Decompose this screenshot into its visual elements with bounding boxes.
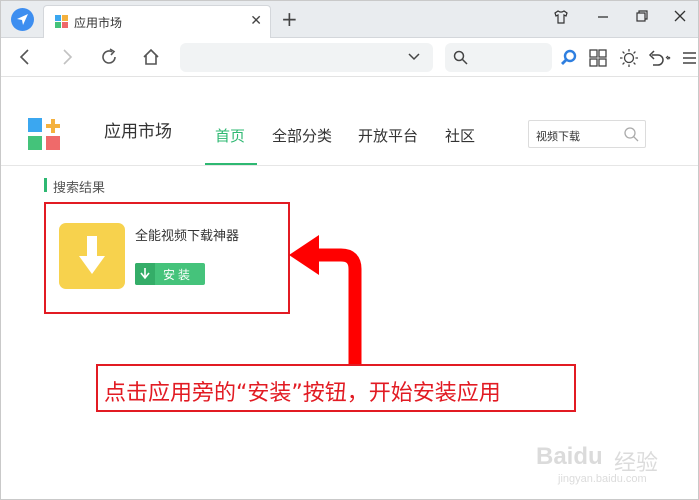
- menu-icon[interactable]: [681, 48, 698, 68]
- tab-bar: 应用市场 ✕ +: [1, 1, 698, 38]
- search-icon: [453, 50, 468, 65]
- app-grid-icon[interactable]: [588, 48, 608, 68]
- restore-icon[interactable]: [633, 9, 651, 27]
- reload-icon[interactable]: [98, 47, 120, 69]
- nav-community[interactable]: 社区: [445, 125, 475, 146]
- tab-title: 应用市场: [74, 16, 123, 30]
- close-icon[interactable]: [671, 9, 689, 27]
- back-arrow-icon[interactable]: [14, 47, 36, 69]
- site-search-value: 视频下载: [536, 130, 580, 143]
- results-title: 搜索结果: [53, 181, 106, 196]
- shirt-icon[interactable]: [552, 9, 570, 27]
- minimize-icon[interactable]: [594, 9, 612, 27]
- install-button[interactable]: 安装: [135, 263, 205, 285]
- site-title[interactable]: 应用市场: [104, 117, 172, 142]
- search-icon[interactable]: [623, 126, 639, 142]
- search-button-icon[interactable]: [559, 48, 579, 68]
- annotation-text: 点击应用旁的“安装”按钮，开始安装应用: [104, 381, 501, 406]
- site-search-input[interactable]: 视频下载: [528, 120, 646, 148]
- download-icon: [135, 263, 155, 285]
- forward-arrow-icon[interactable]: [56, 47, 78, 69]
- install-label: 安装: [163, 268, 194, 282]
- tab-close-icon[interactable]: ✕: [250, 13, 262, 29]
- app-name[interactable]: 全能视频下载神器: [135, 225, 239, 244]
- nav-home[interactable]: 首页: [215, 125, 245, 146]
- undo-icon[interactable]: [646, 48, 671, 68]
- annotation-arrow: [289, 235, 362, 366]
- browser-toolbar: [1, 39, 698, 77]
- new-tab-button[interactable]: +: [281, 7, 298, 31]
- browser-window: 应用市场 ✕ + 应用市场 首页 全部分类 开放平台 社区 视频下载 搜索结果 …: [0, 0, 699, 500]
- browser-compass-icon[interactable]: [11, 8, 34, 31]
- chevron-down-icon[interactable]: [407, 49, 421, 67]
- address-bar[interactable]: [180, 43, 433, 72]
- app-icon[interactable]: [59, 223, 125, 289]
- browser-search-input[interactable]: [445, 43, 552, 72]
- app-market-favicon-icon: [55, 15, 69, 29]
- nav-all-categories[interactable]: 全部分类: [272, 125, 332, 146]
- watermark-brand: Baidu: [536, 443, 603, 470]
- header-divider: [1, 165, 698, 166]
- baidu-jingyan-watermark: Baidu 经验 jingyan.baidu.com: [536, 431, 686, 491]
- watermark-url: jingyan.baidu.com: [558, 473, 647, 485]
- app-market-logo-icon[interactable]: [28, 118, 60, 150]
- nav-open-platform[interactable]: 开放平台: [358, 125, 418, 146]
- annotation-callout: 点击应用旁的“安装”按钮，开始安装应用: [96, 364, 576, 412]
- home-icon[interactable]: [140, 47, 162, 69]
- tab-app-market[interactable]: 应用市场 ✕: [43, 5, 271, 38]
- results-marker: [44, 178, 47, 192]
- download-arrow-icon: [79, 236, 105, 274]
- sun-icon[interactable]: [619, 48, 639, 68]
